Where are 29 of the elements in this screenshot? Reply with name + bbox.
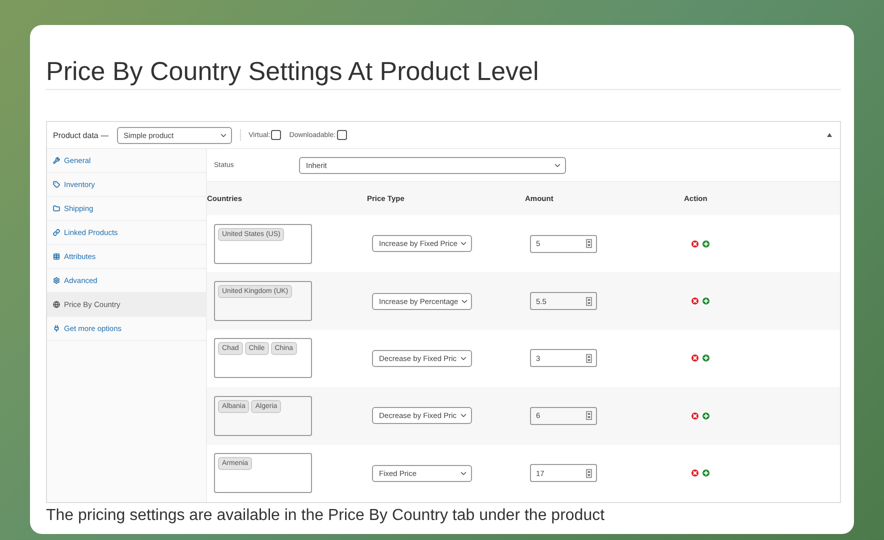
gear-icon [53,277,60,284]
tag-icon [53,181,60,188]
collapse-icon[interactable] [827,133,832,137]
add-icon[interactable] [701,468,711,478]
plug-icon [53,325,60,332]
spinner-icon[interactable] [586,239,592,248]
table-icon [53,253,60,260]
remove-icon[interactable] [690,238,700,249]
add-icon[interactable] [701,353,711,364]
spinner-icon[interactable] [586,468,592,478]
add-icon[interactable] [701,410,711,421]
spinner-icon[interactable] [586,411,592,420]
product-data-label: Product data — [53,130,109,140]
add-icon[interactable] [701,238,711,249]
folder-icon [53,205,60,212]
caption-text: The pricing settings are available in the Price By Country tab under the product [46,507,606,525]
page-title: Price By Country Settings At Product Level [46,55,540,87]
remove-icon[interactable] [690,410,700,421]
spinner-icon[interactable] [586,354,592,363]
checkbox[interactable] [336,130,347,140]
checkbox[interactable] [271,130,282,140]
globe-icon [53,301,60,308]
remove-icon[interactable] [690,353,700,364]
wrench-icon [53,157,60,164]
add-icon[interactable] [701,296,711,306]
spinner-icon[interactable] [586,296,592,306]
remove-icon[interactable] [690,296,700,306]
remove-icon[interactable] [690,468,700,478]
link-icon [53,229,60,236]
